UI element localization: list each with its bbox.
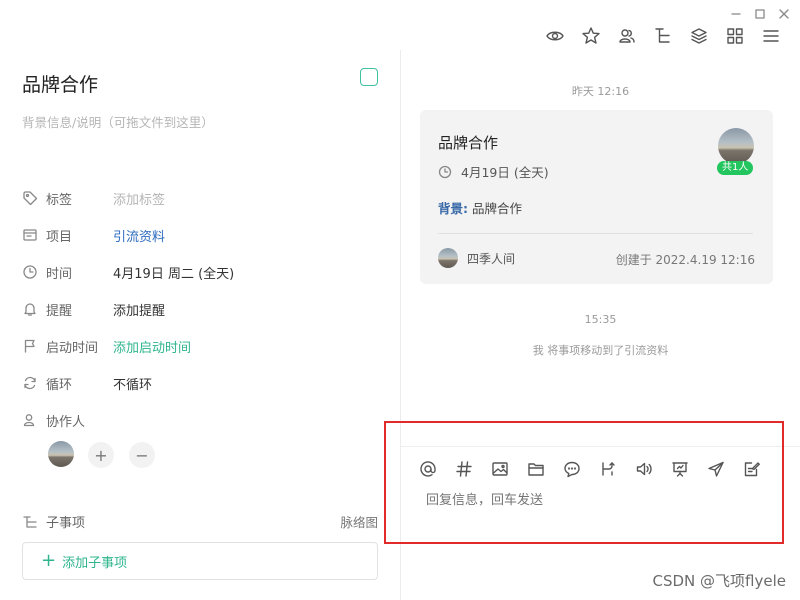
add-subtask-button[interactable]: + 添加子事项 bbox=[22, 542, 378, 580]
at-icon[interactable] bbox=[418, 459, 438, 479]
add-subtask-label: 添加子事项 bbox=[62, 555, 128, 571]
minimize-button[interactable] bbox=[724, 4, 748, 24]
tree-icon[interactable] bbox=[652, 25, 674, 47]
activity-event: 我 将事项移动到了引流资料 bbox=[532, 344, 669, 357]
field-label: 时间 bbox=[46, 266, 73, 282]
menu-icon[interactable] bbox=[760, 25, 782, 47]
card-date-text: 4月19日 (全天) bbox=[461, 165, 549, 180]
repeat-icon bbox=[22, 375, 38, 391]
send-icon[interactable] bbox=[706, 459, 726, 479]
project-icon bbox=[22, 227, 38, 243]
comment-icon[interactable] bbox=[562, 459, 582, 479]
eye-icon[interactable] bbox=[544, 25, 566, 47]
field-label: 循环 bbox=[46, 377, 73, 393]
field-label: 标签 bbox=[46, 192, 73, 208]
field-start-time: 启动时间 添加启动时间 bbox=[22, 334, 191, 358]
card-date: 4月19日 (全天) bbox=[438, 162, 549, 181]
timestamp: 昨天 12:16 bbox=[571, 85, 630, 98]
reply-input[interactable] bbox=[424, 492, 768, 509]
voice-icon[interactable] bbox=[634, 459, 654, 479]
plus-icon: + bbox=[41, 550, 57, 571]
layers-icon[interactable] bbox=[688, 25, 710, 47]
card-divider bbox=[438, 233, 753, 234]
collaborators-header: 协作人 bbox=[22, 408, 113, 432]
description-placeholder[interactable]: 背景信息/说明（可拖文件到这里） bbox=[22, 112, 214, 131]
highlight-box bbox=[384, 421, 784, 544]
hashtag-icon[interactable] bbox=[454, 459, 474, 479]
field-reminder: 提醒 添加提醒 bbox=[22, 297, 165, 321]
presentation-icon[interactable] bbox=[670, 459, 690, 479]
collaborators-label: 协作人 bbox=[46, 414, 86, 430]
star-icon[interactable] bbox=[580, 25, 602, 47]
add-collaborator-button[interactable]: + bbox=[88, 442, 114, 468]
field-tags: 标签 添加标签 bbox=[22, 186, 165, 210]
bell-icon bbox=[22, 301, 38, 317]
field-label: 启动时间 bbox=[46, 340, 99, 356]
member-count-badge: 共1人 bbox=[717, 161, 754, 175]
maximize-button[interactable] bbox=[748, 4, 772, 24]
branch-icon[interactable] bbox=[598, 459, 618, 479]
person-icon bbox=[22, 412, 38, 428]
add-tag-button[interactable]: 添加标签 bbox=[113, 189, 165, 208]
task-card[interactable]: 品牌合作 4月19日 (全天) 背景: 品牌合作 共1人 四季人间 创建于 20… bbox=[420, 110, 773, 284]
clock-icon bbox=[22, 264, 38, 280]
field-project: 项目 引流资料 bbox=[22, 223, 165, 247]
background-value: 品牌合作 bbox=[471, 201, 522, 216]
flag-icon bbox=[22, 338, 38, 354]
members-icon[interactable] bbox=[616, 25, 638, 47]
card-owner: 四季人间 bbox=[438, 248, 515, 268]
tag-icon bbox=[22, 190, 38, 206]
card-created: 创建于 2022.4.19 12:16 bbox=[615, 253, 755, 267]
card-background: 背景: 品牌合作 bbox=[438, 198, 522, 217]
task-title[interactable]: 品牌合作 bbox=[22, 70, 98, 97]
clock-icon bbox=[438, 165, 452, 179]
subtask-tree-icon bbox=[22, 514, 38, 530]
owner-avatar bbox=[438, 248, 458, 268]
top-toolbar bbox=[544, 25, 782, 47]
background-label: 背景: bbox=[438, 201, 468, 216]
field-repeat: 循环 不循环 bbox=[22, 371, 152, 395]
mindmap-link[interactable]: 脉络图 bbox=[340, 512, 378, 531]
time-value[interactable]: 4月19日 周二 (全天) bbox=[113, 263, 234, 282]
folder-icon[interactable] bbox=[526, 459, 546, 479]
card-title: 品牌合作 bbox=[438, 134, 499, 152]
reply-toolbar bbox=[418, 459, 762, 479]
avatar[interactable] bbox=[48, 441, 74, 467]
owner-name: 四季人间 bbox=[467, 251, 516, 266]
subtasks-label: 子事项 bbox=[46, 516, 86, 531]
watermark: CSDN @飞项flyele bbox=[652, 572, 786, 590]
complete-checkbox[interactable] bbox=[360, 68, 378, 86]
add-reminder-button[interactable]: 添加提醒 bbox=[113, 300, 165, 319]
window-controls bbox=[724, 4, 796, 24]
project-value[interactable]: 引流资料 bbox=[113, 226, 165, 245]
timestamp: 15:35 bbox=[584, 313, 617, 326]
image-icon[interactable] bbox=[490, 459, 510, 479]
apps-icon[interactable] bbox=[724, 25, 746, 47]
remove-collaborator-button[interactable]: − bbox=[129, 442, 155, 468]
repeat-value[interactable]: 不循环 bbox=[113, 374, 152, 393]
field-label: 项目 bbox=[46, 229, 73, 245]
field-time: 时间 4月19日 周二 (全天) bbox=[22, 260, 234, 284]
field-label: 提醒 bbox=[46, 303, 73, 319]
edit-note-icon[interactable] bbox=[742, 459, 762, 479]
add-start-time-button[interactable]: 添加启动时间 bbox=[113, 337, 191, 356]
close-button[interactable] bbox=[772, 4, 796, 24]
card-avatar bbox=[718, 128, 754, 164]
subtasks-header: 子事项 脉络图 bbox=[22, 512, 378, 531]
